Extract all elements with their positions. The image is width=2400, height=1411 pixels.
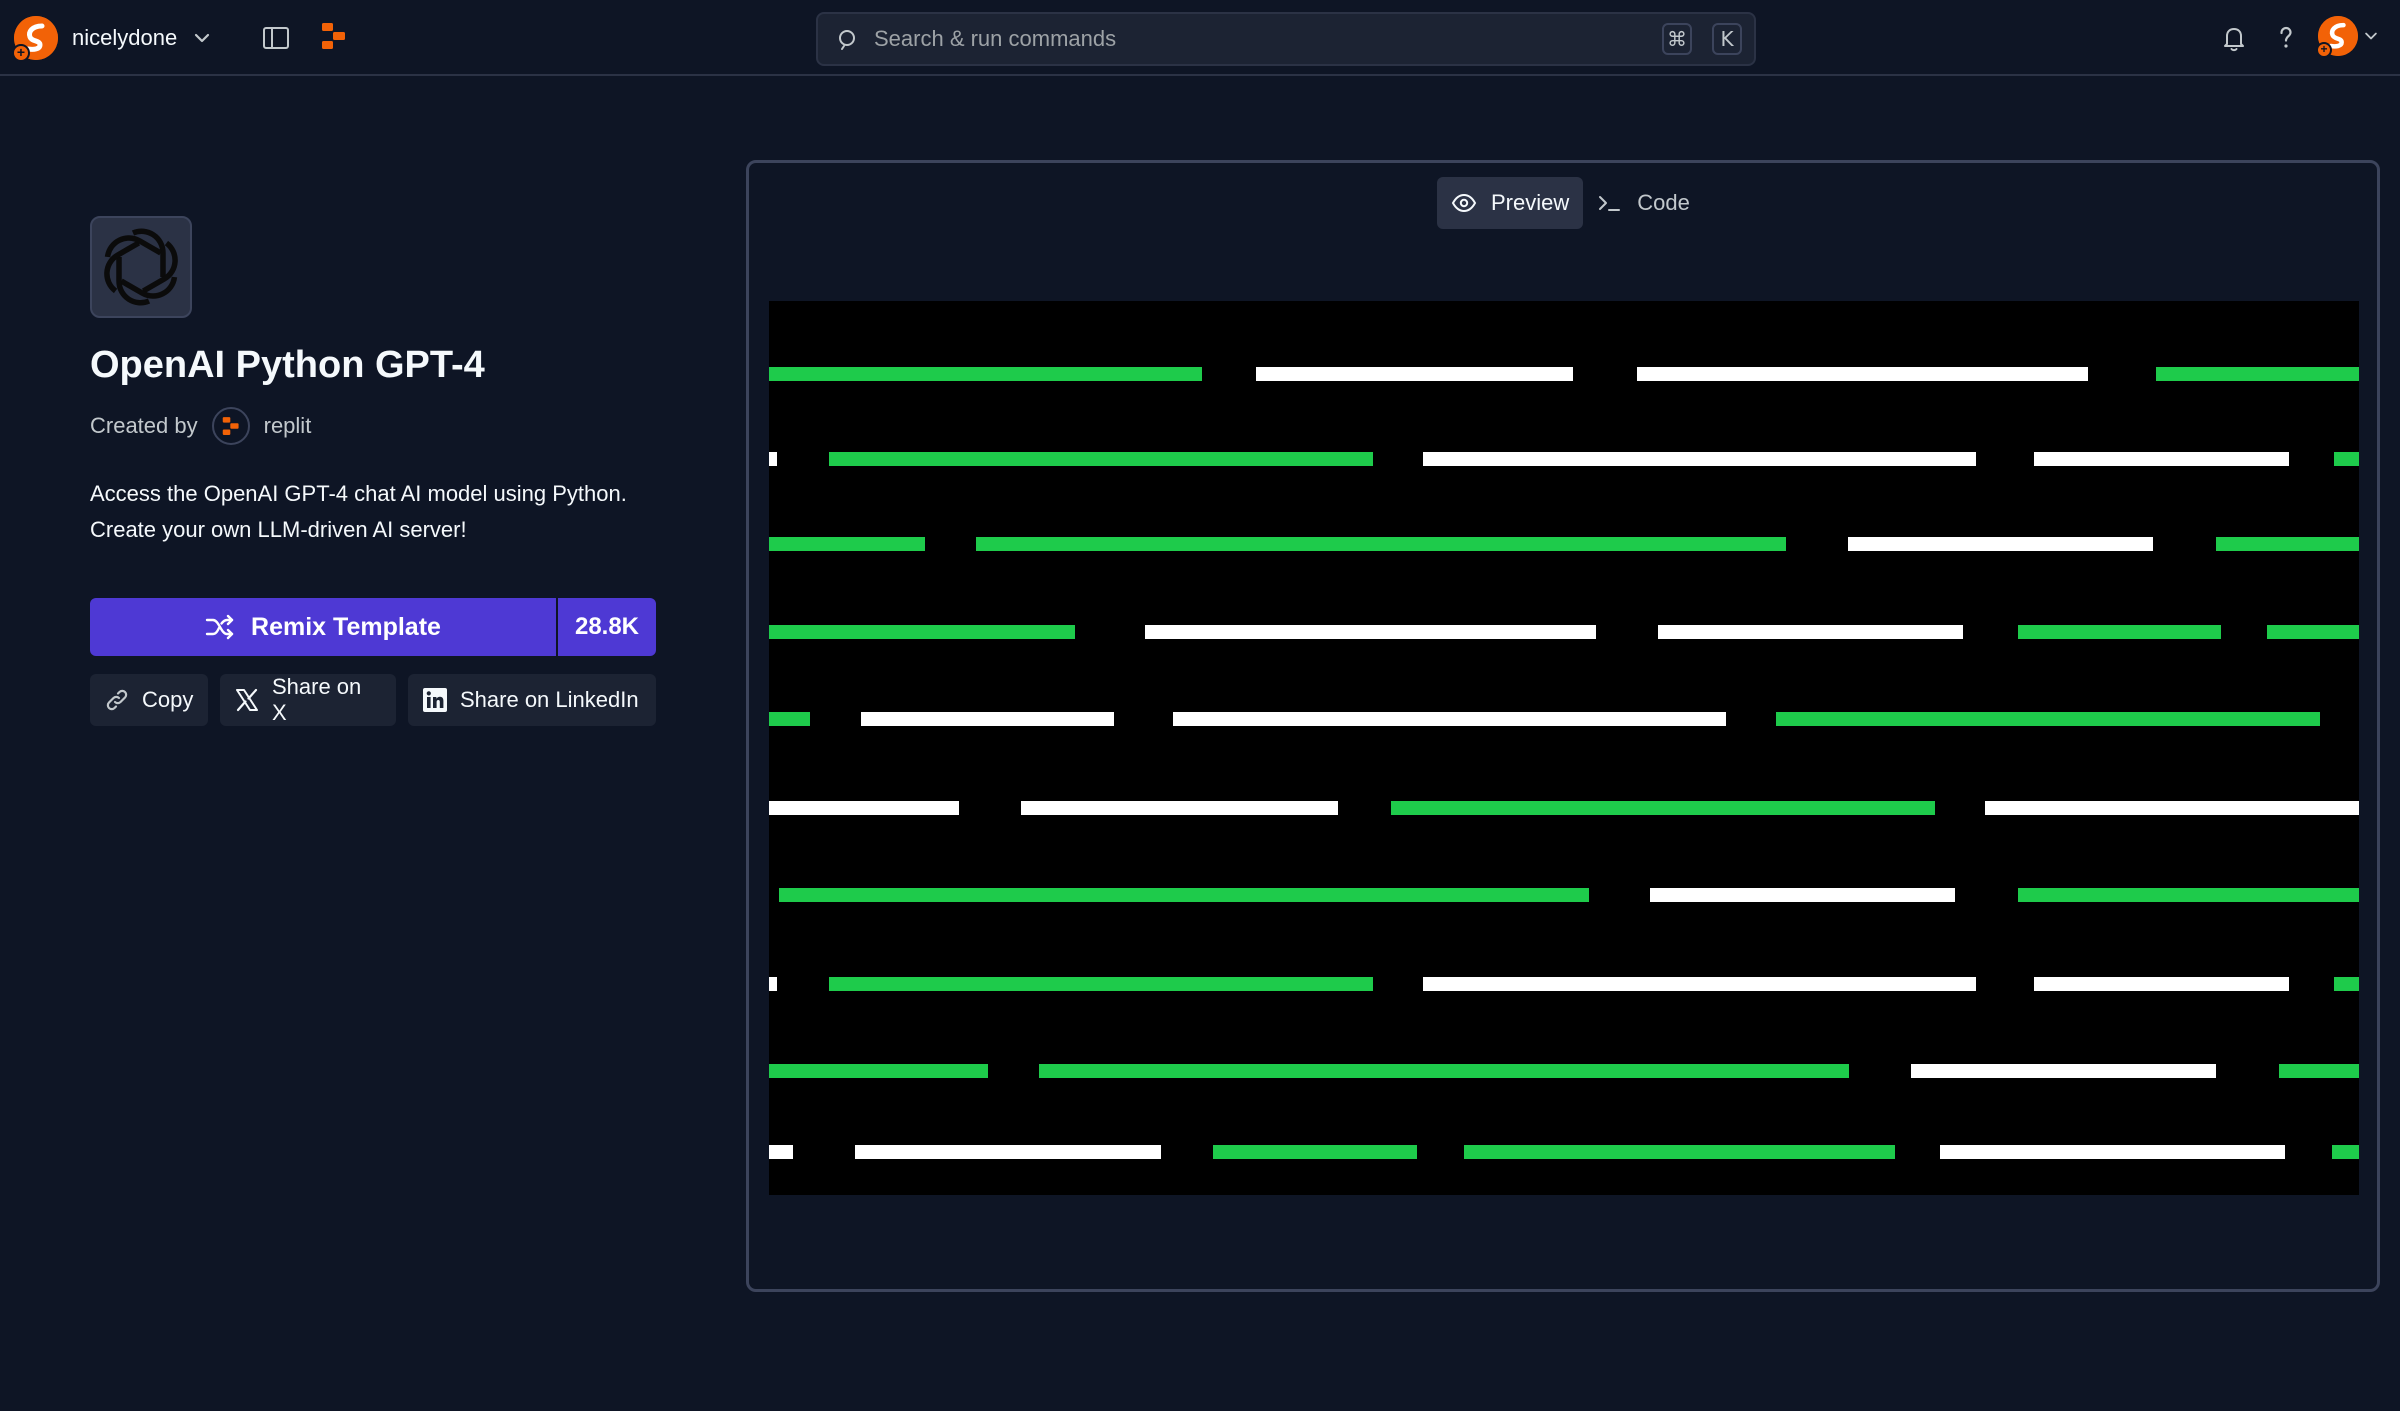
account-avatar: + (2316, 16, 2358, 58)
eye-icon (1451, 193, 1477, 213)
green-bar (829, 977, 1373, 991)
green-bar (769, 712, 810, 726)
white-bar (1650, 888, 1955, 902)
copy-link-button[interactable]: Copy (90, 674, 208, 726)
shuffle-icon (205, 614, 234, 640)
white-bar (1637, 367, 2088, 381)
add-badge-icon: + (2316, 42, 2332, 58)
search-icon (839, 30, 855, 50)
white-bar (1911, 1064, 2216, 1078)
sidebar-toggle-icon[interactable] (260, 22, 292, 54)
add-badge-icon: + (12, 44, 30, 62)
green-bar (2267, 625, 2359, 639)
green-bar (779, 888, 1589, 902)
remix-count: 28.8K (558, 598, 656, 656)
copy-label: Copy (142, 687, 194, 712)
green-bar (976, 537, 1786, 551)
green-bar (2334, 452, 2359, 466)
linkedin-logo-icon (423, 688, 447, 712)
green-bar (1039, 1064, 1849, 1078)
green-bar (2156, 367, 2359, 381)
white-bar (1658, 625, 1963, 639)
green-bar (2279, 1064, 2359, 1078)
white-bar (1940, 1145, 2285, 1159)
share-linkedin-label: Share on LinkedIn (460, 687, 639, 712)
share-on-x-button[interactable]: Share on X (220, 674, 396, 726)
help-question-icon[interactable] (2270, 22, 2302, 54)
template-logo (90, 216, 192, 318)
creator-name-link[interactable]: replit (264, 413, 312, 439)
account-menu-button[interactable]: + (2316, 16, 2380, 58)
white-bar (1021, 801, 1338, 815)
chevron-down-icon (2365, 32, 2377, 40)
white-bar (769, 977, 777, 991)
replit-logo-icon (222, 417, 239, 435)
description-line: Access the OpenAI GPT-4 chat AI model us… (90, 481, 627, 506)
green-bar (2018, 625, 2221, 639)
description-line: Create your own LLM-driven AI server! (90, 517, 467, 542)
remix-template-button[interactable]: Remix Template (90, 598, 556, 656)
green-bar (769, 537, 925, 551)
search-placeholder: Search & run commands (874, 26, 1117, 51)
tab-preview[interactable]: Preview (1437, 177, 1584, 229)
shortcut-key-k: K (1712, 23, 1742, 55)
white-bar (1256, 367, 1573, 381)
created-by-label: Created by (90, 413, 198, 438)
white-bar (1145, 625, 1596, 639)
creator-avatar[interactable] (211, 407, 250, 445)
green-bar (769, 625, 1075, 639)
top-bar: + nicelydone Search & run commands ⌘ K + (0, 0, 2400, 76)
share-x-label: Share on X (271, 674, 362, 725)
white-bar (769, 1145, 793, 1159)
green-bar (1776, 712, 2320, 726)
white-bar (769, 801, 959, 815)
white-bar (1423, 977, 1976, 991)
white-bar (769, 452, 777, 466)
white-bar (1985, 801, 2359, 815)
tab-label: Preview (1491, 190, 1570, 215)
remix-label: Remix Template (251, 612, 441, 641)
user-menu-button[interactable]: + nicelydone (12, 14, 213, 62)
green-bar (1213, 1145, 1417, 1159)
green-bar (2334, 977, 2359, 991)
x-logo-icon (235, 688, 258, 712)
white-bar (1173, 712, 1726, 726)
preview-panel: Preview Code (746, 160, 2380, 1292)
tab-label: Code (1637, 190, 1690, 215)
user-avatar: + (12, 16, 58, 62)
white-bar (855, 1145, 1161, 1159)
link-icon (106, 689, 128, 711)
terminal-icon (1599, 196, 1621, 211)
green-bar (2216, 537, 2359, 551)
bell-icon[interactable] (2218, 22, 2250, 54)
tab-code[interactable]: Code (1583, 177, 1704, 229)
green-bar (769, 367, 1202, 381)
chevron-down-icon (195, 33, 210, 43)
white-bar (2034, 977, 2289, 991)
green-bar (2018, 888, 2359, 902)
preview-tabs: Preview Code (1437, 177, 1704, 229)
share-on-linkedin-button[interactable]: Share on LinkedIn (408, 674, 656, 726)
white-bar (861, 712, 1114, 726)
green-bar (769, 1064, 988, 1078)
template-title: OpenAI Python GPT-4 (90, 344, 485, 386)
green-bar (1391, 801, 1935, 815)
command-search-bar[interactable]: Search & run commands ⌘ K (816, 12, 1756, 66)
shortcut-key-cmd: ⌘ (1662, 23, 1692, 55)
green-bar (829, 452, 1373, 466)
created-by-row: Created by replit (90, 406, 311, 446)
green-bar (1464, 1145, 1895, 1159)
white-bar (1423, 452, 1976, 466)
white-bar (2034, 452, 2289, 466)
template-description: Access the OpenAI GPT-4 chat AI model us… (90, 476, 690, 548)
openai-logo-icon (104, 228, 178, 306)
green-bar (2332, 1145, 2359, 1159)
replit-logo-icon[interactable] (318, 20, 350, 52)
username: nicelydone (72, 25, 178, 50)
white-bar (1848, 537, 2153, 551)
preview-canvas[interactable] (769, 301, 2359, 1195)
